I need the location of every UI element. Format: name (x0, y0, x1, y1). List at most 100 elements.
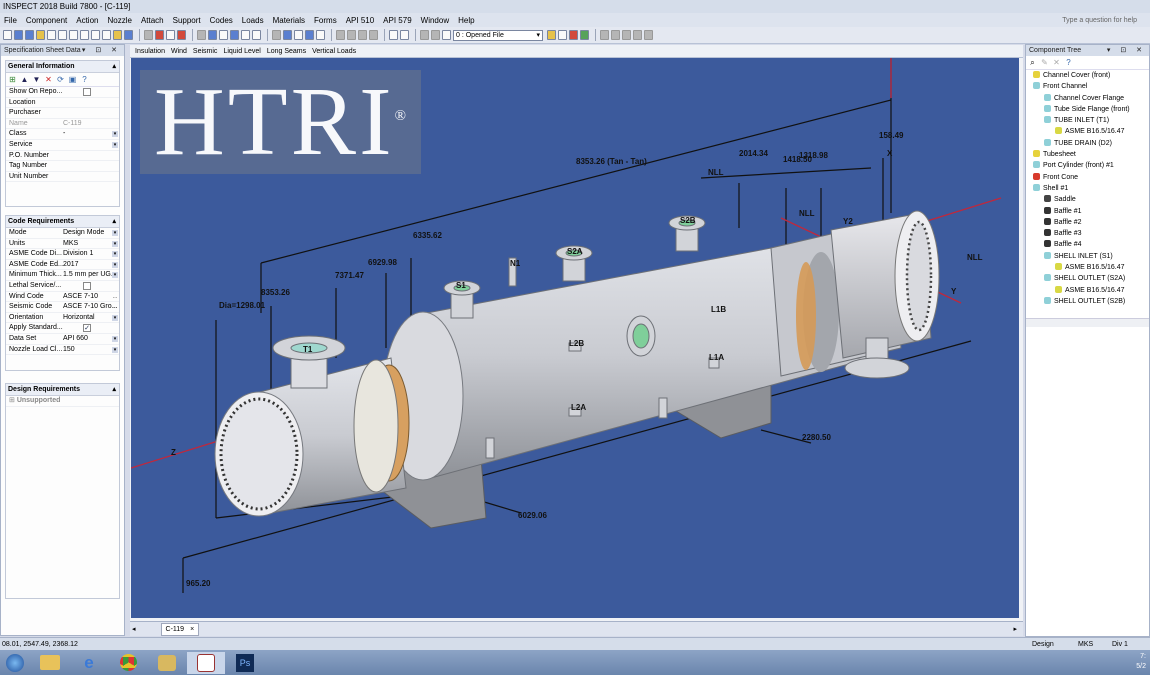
property-value[interactable]: ASCE 7-10… (63, 292, 119, 302)
b-icon[interactable] (91, 30, 100, 40)
more-icon[interactable]: … (112, 304, 118, 310)
rotate-icon[interactable] (252, 30, 261, 40)
print-icon[interactable] (144, 30, 153, 40)
property-row[interactable]: Purchaser (6, 108, 119, 119)
view-tab-liquid-level[interactable]: Liquid Level (223, 48, 260, 55)
property-value[interactable]: 1.5 mm per UG... ▾ (63, 270, 119, 280)
view-tab-wind[interactable]: Wind (171, 48, 187, 55)
pencil-icon[interactable] (547, 30, 556, 40)
menu-item-window[interactable]: Window (421, 16, 449, 25)
p-icon[interactable] (69, 30, 78, 40)
3d-icon[interactable] (389, 30, 398, 40)
s-icon[interactable] (58, 30, 67, 40)
property-row[interactable]: Apply Standard... ✓ (6, 323, 119, 334)
menu-item-help[interactable]: Help (458, 16, 474, 25)
property-value[interactable]: Division 1 ▾ (63, 249, 119, 259)
doc-icon[interactable] (442, 30, 451, 40)
menu-item-materials[interactable]: Materials (273, 16, 305, 25)
remove-tree-icon[interactable]: ✕ (1052, 58, 1061, 67)
tree-item[interactable]: Baffle #4 (1030, 239, 1149, 250)
tree-item[interactable]: Baffle #3 (1030, 228, 1149, 239)
forward-icon[interactable] (347, 30, 356, 40)
shade-icon[interactable] (294, 30, 303, 40)
tab-scroll-left-icon[interactable]: ◂ (132, 625, 136, 633)
general-info-header[interactable]: General Information ▴ (6, 61, 119, 73)
a-icon[interactable] (102, 30, 111, 40)
dropdown-arrow-icon[interactable]: ▾ (112, 346, 118, 353)
back-icon[interactable] (336, 30, 345, 40)
property-row[interactable]: Unit Number (6, 172, 119, 183)
zoom-icon[interactable] (219, 30, 228, 40)
pdf-icon[interactable] (155, 30, 164, 40)
menu-item-component[interactable]: Component (26, 16, 67, 25)
more-icon[interactable]: … (112, 294, 118, 300)
property-value[interactable]: 2017 ▾ (63, 260, 119, 270)
tree-item[interactable]: Tube Side Flange (front) (1030, 104, 1149, 115)
tree-item[interactable]: Front Cone (1030, 172, 1149, 183)
tree-item[interactable]: SHELL INLET (S1) (1030, 251, 1149, 262)
up-icon[interactable] (358, 30, 367, 40)
dropdown-arrow-icon[interactable]: ▾ (112, 261, 118, 268)
paste-icon[interactable] (622, 30, 631, 40)
tree-item[interactable]: Saddle (1030, 194, 1149, 205)
tree-item[interactable]: SHELL OUTLET (S2A) (1030, 273, 1149, 284)
property-row[interactable]: P.O. Number (6, 151, 119, 162)
move-icon[interactable] (208, 30, 217, 40)
property-value[interactable]: ▾ (63, 140, 119, 150)
dropdown-arrow-icon[interactable]: ▾ (112, 251, 118, 258)
help-icon[interactable]: ? (80, 75, 89, 84)
tools-icon[interactable] (148, 652, 186, 674)
property-value[interactable]: MKS ▾ (63, 239, 119, 249)
tree-item[interactable]: Channel Cover (front) (1030, 70, 1149, 81)
property-value[interactable]: API 660 ▾ (63, 334, 119, 344)
property-value[interactable]: 150 ▾ (63, 345, 119, 355)
m-icon[interactable] (80, 30, 89, 40)
select-icon[interactable] (197, 30, 206, 40)
tab-scroll-right-icon[interactable]: ▸ (1013, 625, 1017, 633)
property-row[interactable]: Units MKS ▾ (6, 239, 119, 250)
property-value[interactable]: - ▾ (63, 129, 119, 139)
property-value[interactable]: ✓ (63, 323, 119, 333)
start-button[interactable] (0, 652, 30, 674)
checkbox[interactable]: ✓ (83, 324, 91, 333)
tree-item[interactable]: Baffle #1 (1030, 206, 1149, 217)
menu-item-nozzle[interactable]: Nozzle (107, 16, 131, 25)
panel-controls[interactable]: ▾ ⊡ ✕ (82, 45, 121, 56)
3d-view-icon[interactable] (400, 30, 409, 40)
menu-item-file[interactable]: File (4, 16, 17, 25)
cube-icon[interactable] (283, 30, 292, 40)
delete-icon[interactable] (569, 30, 578, 40)
tree-help-icon[interactable]: ? (1064, 58, 1073, 67)
wrench-icon[interactable] (36, 30, 45, 40)
clear-icon[interactable] (633, 30, 642, 40)
tree-item[interactable]: Tubesheet (1030, 149, 1149, 160)
report-icon[interactable] (177, 30, 186, 40)
property-row[interactable]: Nozzle Load Cl... 150 ▾ (6, 345, 119, 356)
htri-app-icon[interactable] (187, 651, 225, 674)
code-req-header[interactable]: Code Requirements ▴ (6, 216, 119, 228)
dropdown-arrow-icon[interactable]: ▾ (112, 335, 118, 342)
property-value[interactable] (63, 172, 119, 182)
h-icon[interactable] (47, 30, 56, 40)
property-row[interactable]: Lethal Service/... (6, 281, 119, 292)
dropdown-arrow-icon[interactable]: ▾ (112, 230, 118, 236)
view-tab-long-seams[interactable]: Long Seams (267, 48, 306, 55)
redo-icon[interactable] (431, 30, 440, 40)
help-search-input[interactable]: Type a question for help (1062, 17, 1137, 24)
link-icon[interactable] (305, 30, 314, 40)
menu-item-forms[interactable]: Forms (314, 16, 337, 25)
unsupported-item[interactable]: ⊞ Unsupported (6, 396, 119, 407)
tree-item[interactable]: ASME B16.5/16.47 (1030, 285, 1149, 296)
ie-icon[interactable]: e (70, 652, 108, 674)
tree-item[interactable]: Shell #1 (1030, 183, 1149, 194)
new-icon[interactable] (3, 30, 12, 40)
property-value[interactable]: ASCE 7-10 Gro...… (63, 302, 119, 312)
property-row[interactable]: Name C-119 (6, 119, 119, 130)
property-value[interactable] (63, 281, 119, 291)
menu-item-codes[interactable]: Codes (210, 16, 233, 25)
tree-item[interactable]: SHELL OUTLET (S2B) (1030, 296, 1149, 307)
view-tab-insulation[interactable]: Insulation (135, 48, 165, 55)
tab-c119[interactable]: C-119 × (160, 622, 200, 636)
tree-item[interactable]: Port Cylinder (front) #1 (1030, 160, 1149, 171)
property-value[interactable] (63, 151, 119, 161)
